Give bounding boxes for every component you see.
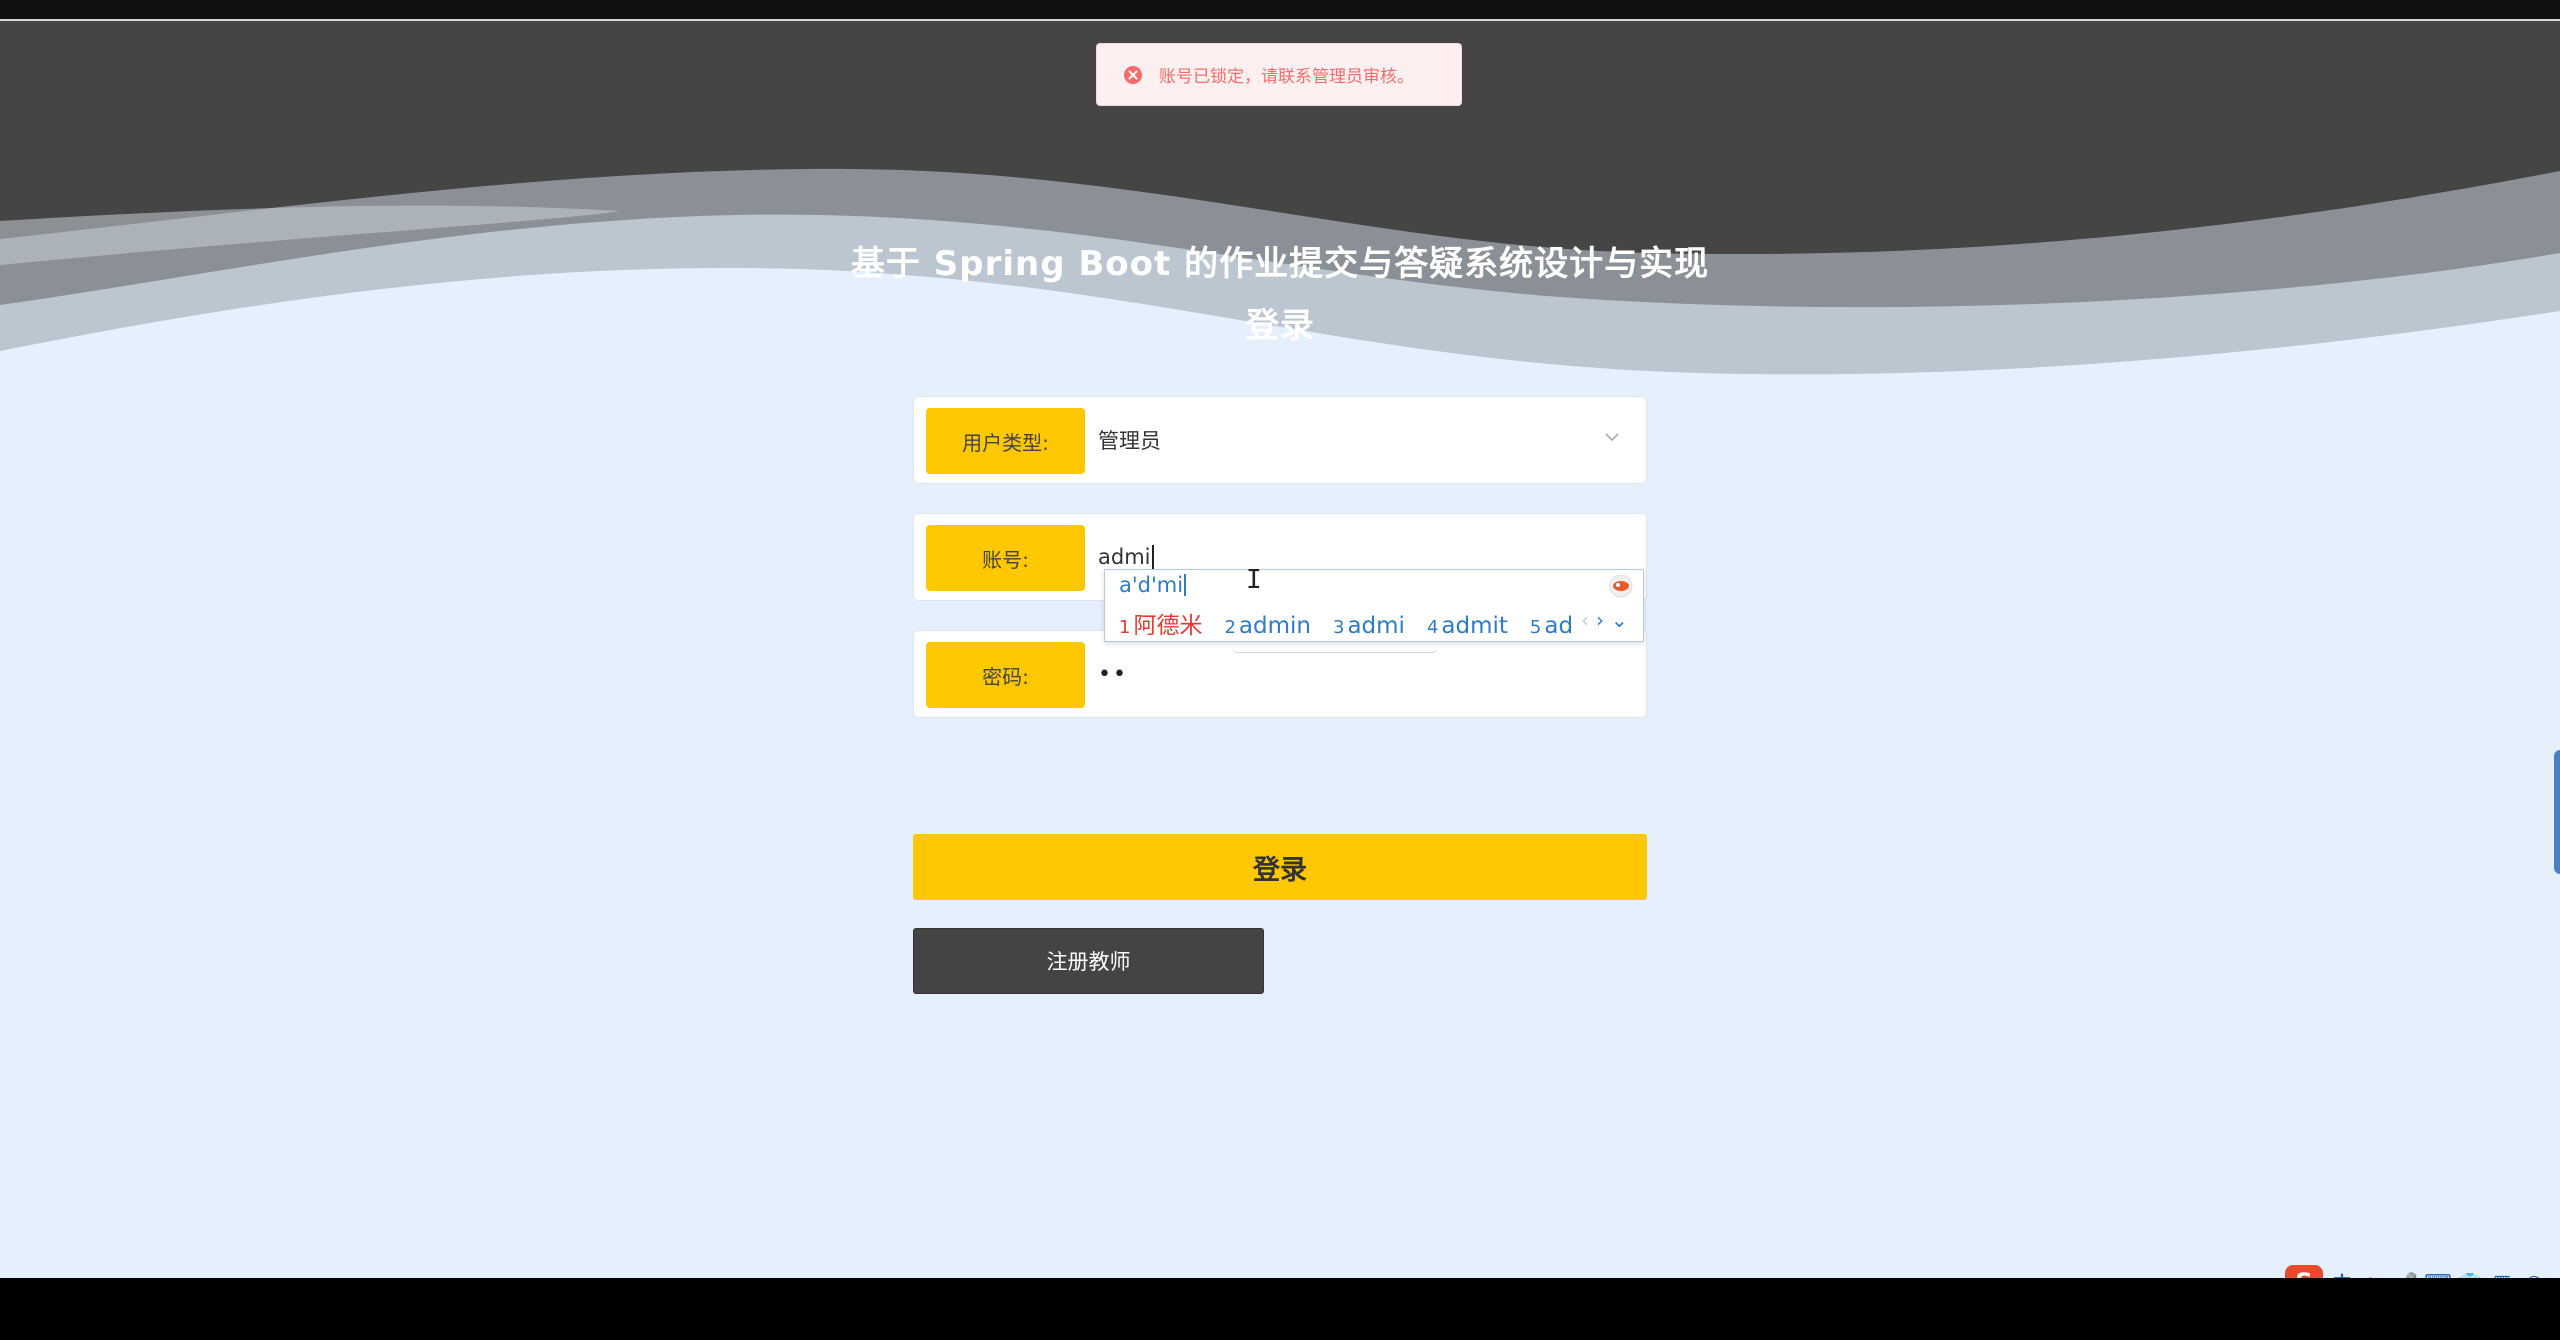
keyboard-icon[interactable]: ⌨: [2424, 1269, 2451, 1278]
ime-candidate[interactable]: 1 阿德米: [1119, 606, 1202, 640]
password-input[interactable]: ••: [1098, 631, 1128, 717]
bottom-bar: [0, 1278, 2560, 1340]
ime-mascot-icon[interactable]: [1609, 574, 1633, 598]
ime-composition-text: a'd'mi: [1119, 573, 1184, 597]
ime-prev-page-icon[interactable]: ‹: [1581, 608, 1589, 632]
punctuation-mode-icon[interactable]: •,: [2361, 1269, 2387, 1278]
error-icon: [1124, 65, 1142, 84]
top-bar: [0, 0, 2560, 19]
chinese-mode-icon[interactable]: 中: [2329, 1269, 2355, 1279]
mascot-icon[interactable]: ◉: [2521, 1269, 2547, 1278]
register-teacher-button[interactable]: 注册教师: [913, 928, 1264, 994]
ime-toolbar[interactable]: S 中 •, 🎤 ⌨ 👕 ▦ ◉: [2285, 1265, 2560, 1278]
chevron-down-icon[interactable]: [1604, 431, 1620, 443]
ime-caret: [1184, 574, 1187, 596]
sogou-logo-icon[interactable]: S: [2285, 1265, 2323, 1278]
ime-composition: a'd'mi: [1119, 573, 1187, 597]
account-label: 账号:: [926, 525, 1085, 591]
text-cursor-icon: I: [1246, 565, 1262, 595]
side-float-tab[interactable]: [2554, 750, 2560, 874]
microphone-icon[interactable]: 🎤: [2393, 1269, 2419, 1279]
text-caret: [1151, 545, 1154, 569]
error-toast: 账号已锁定，请联系管理员审核。: [1096, 43, 1462, 106]
account-input-text: admi: [1098, 545, 1151, 569]
ime-candidate[interactable]: 4 admit: [1427, 613, 1508, 639]
ime-next-page-icon[interactable]: ›: [1596, 608, 1604, 632]
ime-expand-icon[interactable]: ⌄: [1611, 608, 1628, 632]
password-label: 密码:: [926, 642, 1085, 708]
ime-page-nav: ‹ › ⌄: [1581, 608, 1628, 632]
skin-icon[interactable]: 👕: [2457, 1269, 2483, 1279]
user-type-value: 管理员: [1098, 429, 1161, 453]
user-type-label: 用户类型:: [926, 408, 1085, 474]
toast-message: 账号已锁定，请联系管理员审核。: [1159, 67, 1414, 87]
ime-candidate[interactable]: 5 ad: [1530, 613, 1573, 639]
page-title: 基于 Spring Boot 的作业提交与答疑系统设计与实现登录: [850, 244, 1710, 346]
ime-candidate-window[interactable]: a'd'mi 1 阿德米 2 admin 3 admi 4 admit 5 ad ‹ › …: [1104, 569, 1644, 642]
ime-candidate[interactable]: 3 admi: [1333, 613, 1405, 639]
user-type-select[interactable]: 用户类型: 管理员: [913, 396, 1647, 484]
toolbox-icon[interactable]: ▦: [2489, 1269, 2515, 1278]
screen: 账号已锁定，请联系管理员审核。 基于 Spring Boot 的作业提交与答疑系…: [0, 0, 2560, 1340]
ime-candidate[interactable]: 2 admin: [1224, 613, 1311, 639]
login-button[interactable]: 登录: [913, 834, 1647, 900]
ime-popup-shadow: [1232, 642, 1438, 653]
ime-candidate-list: 1 阿德米 2 admin 3 admi 4 admit 5 ad: [1119, 606, 1595, 640]
